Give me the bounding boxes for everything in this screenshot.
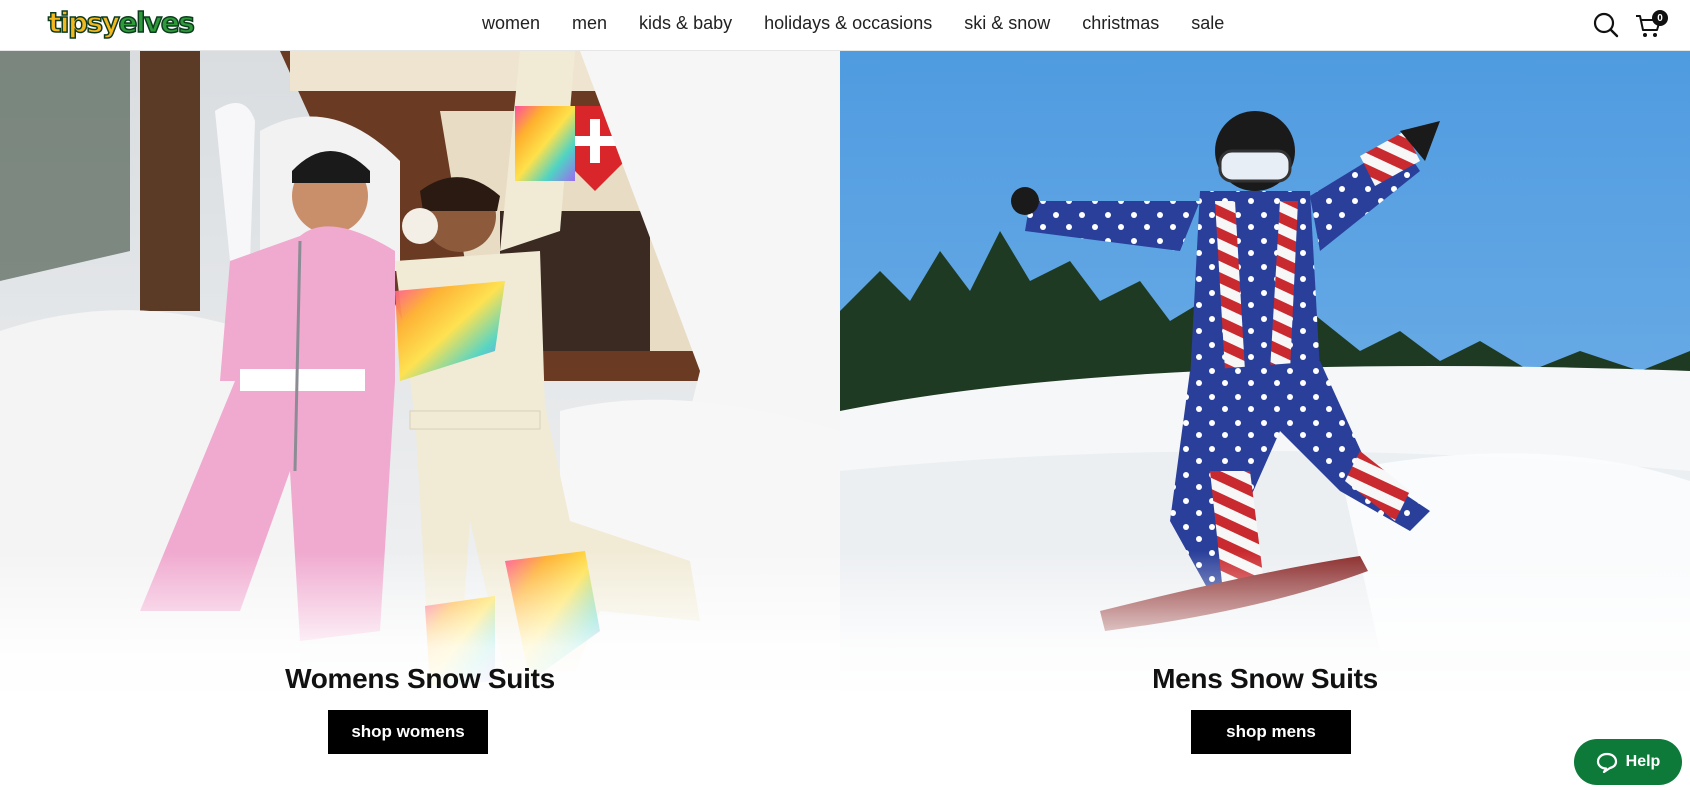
logo-word-elves: elves <box>118 6 196 39</box>
search-icon[interactable] <box>1592 11 1620 39</box>
nav-item-holidays-occasions[interactable]: holidays & occasions <box>764 13 932 34</box>
help-chat-button[interactable]: Help <box>1574 739 1682 785</box>
tipsy-elves-logo[interactable]: tipsyelves <box>47 4 196 42</box>
shop-womens-button[interactable]: shop womens <box>328 710 488 754</box>
nav-item-kids-baby[interactable]: kids & baby <box>639 13 732 34</box>
site-header: tipsyelves women men kids & baby holiday… <box>0 0 1690 51</box>
mens-panel-title: Mens Snow Suits <box>1152 663 1378 694</box>
womens-panel-title: Womens Snow Suits <box>285 663 555 694</box>
nav-item-women[interactable]: women <box>482 13 540 34</box>
help-label: Help <box>1625 753 1661 770</box>
mens-snow-suits-panel: Mens Snow Suits shop mens <box>840 51 1690 790</box>
nav-item-ski-snow[interactable]: ski & snow <box>964 13 1050 34</box>
cart-count-badge: 0 <box>1652 10 1668 26</box>
cart-button[interactable]: 0 <box>1634 10 1668 40</box>
main-nav: women men kids & baby holidays & occasio… <box>482 0 1224 47</box>
shop-mens-button[interactable]: shop mens <box>1191 710 1351 754</box>
nav-item-christmas[interactable]: christmas <box>1082 13 1159 34</box>
chat-bubble-icon <box>1596 752 1617 773</box>
logo-wordmark: tipsyelves <box>47 6 196 39</box>
womens-snow-suits-panel: Womens Snow Suits shop womens <box>0 51 840 790</box>
nav-item-men[interactable]: men <box>572 13 607 34</box>
nav-item-sale[interactable]: sale <box>1191 13 1224 34</box>
logo-word-tipsy: tipsy <box>47 6 120 39</box>
